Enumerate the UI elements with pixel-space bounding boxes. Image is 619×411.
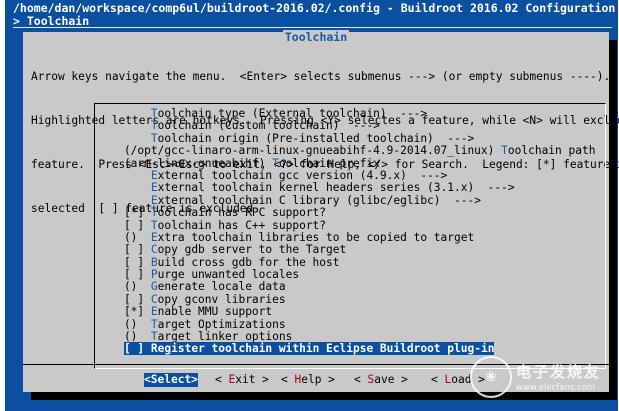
button-bracket: < xyxy=(144,373,151,386)
menu-item-prefix xyxy=(97,194,151,207)
menu-item-prefix xyxy=(97,181,151,194)
menu-item-label: xternal toolchain kernel headers series … xyxy=(157,181,515,195)
menu-item-label: xternal toolchain C library (glibc/eglib… xyxy=(157,193,481,207)
menu-item-label: oolchain (Custom toolchain) ---> xyxy=(157,119,380,133)
menu-item-label: arget linker options xyxy=(157,330,293,344)
menu-item-prefix: () xyxy=(97,317,151,331)
button-label: elect> xyxy=(157,373,198,386)
menu-item-hotkey: T xyxy=(150,131,158,145)
exit-button[interactable]: < Exit > xyxy=(215,373,269,387)
menu-item-label: oolchain path xyxy=(507,144,596,158)
button-bracket: < xyxy=(281,373,295,386)
watermark: ❀ 电子发烧友 www.elecfans.com xyxy=(470,356,601,398)
menu-item-prefix xyxy=(97,119,151,132)
menu-item-hotkey: E xyxy=(150,230,158,244)
menu-item-prefix: (arm-linux-gnueabihf) xyxy=(97,156,273,170)
select-button[interactable]: <Select> xyxy=(144,373,198,387)
menu-item-hotkey: E xyxy=(150,168,158,182)
menu-item-hotkey: E xyxy=(150,305,158,319)
menu-item-hotkey: T xyxy=(501,144,508,158)
menu-item-hotkey: T xyxy=(150,218,158,232)
terminal-screen: /home/dan/workspace/comp6ul/buildroot-20… xyxy=(5,0,619,411)
menu-item-prefix: () xyxy=(97,230,151,244)
menu-item-prefix: () xyxy=(97,330,151,344)
menu-list: Toolchain type (External toolchain) --->… xyxy=(97,107,596,356)
menu-item-prefix: [*] xyxy=(97,206,151,220)
menu-item-indent xyxy=(97,342,124,355)
breadcrumb: > Toolchain xyxy=(13,14,90,28)
menu-item-hotkey: P xyxy=(150,268,158,282)
menu-item-prefix: [ ] xyxy=(97,255,151,269)
menu-item-label: opy gconv libraries xyxy=(157,292,286,306)
button-label: ave > xyxy=(374,373,408,386)
menu-item-label: oolchain prefix xyxy=(278,156,380,170)
watermark-url: www.elecfans.com xyxy=(516,383,596,393)
window-title: /home/dan/workspace/comp6ul/buildroot-20… xyxy=(13,1,616,15)
menu-item-hotkey: T xyxy=(150,330,158,344)
menu-item-label: oolchain origin (Pre-installed toolchain… xyxy=(157,131,475,145)
help-line: Arrow keys navigate the menu. <Enter> se… xyxy=(31,70,611,84)
title-divider xyxy=(13,27,612,28)
help-button[interactable]: < Help > xyxy=(281,373,335,387)
menu-item-label: egister toolchain within Eclipse Buildro… xyxy=(157,342,495,356)
menu-item-prefix: [ ] xyxy=(97,292,151,306)
menu-item-label: oolchain type (External toolchain) ---> xyxy=(157,107,428,120)
menu-item-prefix xyxy=(97,107,151,120)
menu-item-hotkey: R xyxy=(150,342,158,356)
menu-item-hotkey: T xyxy=(150,206,158,220)
button-hotkey: S xyxy=(150,373,158,386)
elecfans-logo-icon: ❀ xyxy=(470,356,512,398)
menu-item-label: enerate locale data xyxy=(157,280,286,294)
menu-item-hotkey: T xyxy=(272,156,279,170)
menu-list-box: Toolchain type (External toolchain) --->… xyxy=(94,103,606,369)
menu-item-prefix xyxy=(97,132,151,145)
menu-item-label: xternal toolchain gcc version (4.9.x) --… xyxy=(157,168,448,182)
menu-item-label: nable MMU support xyxy=(157,305,273,319)
menu-item-prefix: () xyxy=(97,280,151,294)
menu-item[interactable]: [ ] Register toolchain within Eclipse Bu… xyxy=(97,342,595,356)
menu-item-label: arget Optimizations xyxy=(157,317,286,331)
menu-item-prefix: [ ] xyxy=(123,342,151,356)
watermark-brand: 电子发烧友 xyxy=(516,363,602,381)
watermark-text: 电子发烧友 www.elecfans.com xyxy=(516,361,601,393)
button-bracket: < xyxy=(215,373,229,386)
menu-item-prefix xyxy=(97,169,151,182)
menu-item-hotkey: C xyxy=(150,243,158,257)
menu-item-label: xtra toolchain libraries to be copied to… xyxy=(157,230,475,244)
menu-item-label: oolchain has C++ support? xyxy=(157,218,327,232)
menu-item-prefix: [ ] xyxy=(97,268,151,282)
menu-item-prefix: (/opt/gcc-linaro-arm-linux-gnueabihf-4.9… xyxy=(97,144,502,158)
save-button[interactable]: < Save > xyxy=(354,373,408,387)
button-label: xit > xyxy=(235,373,269,386)
config-dialog: Toolchain Arrow keys navigate the menu. … xyxy=(23,30,619,392)
menu-item-selected-highlight: [ ] Register toolchain within Eclipse Bu… xyxy=(123,342,495,356)
menu-item-hotkey: T xyxy=(150,317,158,331)
button-bracket: < xyxy=(354,373,368,386)
menu-item-hotkey: E xyxy=(150,193,158,207)
button-bracket: < xyxy=(431,373,445,386)
menu-item-prefix: [ ] xyxy=(97,243,151,257)
button-label: elp > xyxy=(301,373,335,386)
menu-item-label: uild cross gdb for the host xyxy=(157,255,340,269)
menu-item-hotkey: T xyxy=(150,107,158,120)
menu-item-hotkey: G xyxy=(150,280,158,294)
menu-item-hotkey: B xyxy=(150,255,158,269)
menu-item-hotkey: T xyxy=(150,119,158,133)
menu-item-label: opy gdb server to the Target xyxy=(157,243,347,257)
menu-item-hotkey: C xyxy=(150,292,158,306)
menu-item-hotkey: E xyxy=(150,181,158,195)
menu-item-label: oolchain has RPC support? xyxy=(157,206,327,220)
menu-item-label: urge unwanted locales xyxy=(157,268,300,282)
menu-item-prefix: [*] xyxy=(97,305,151,319)
menu-item-prefix: [ ] xyxy=(97,218,151,232)
